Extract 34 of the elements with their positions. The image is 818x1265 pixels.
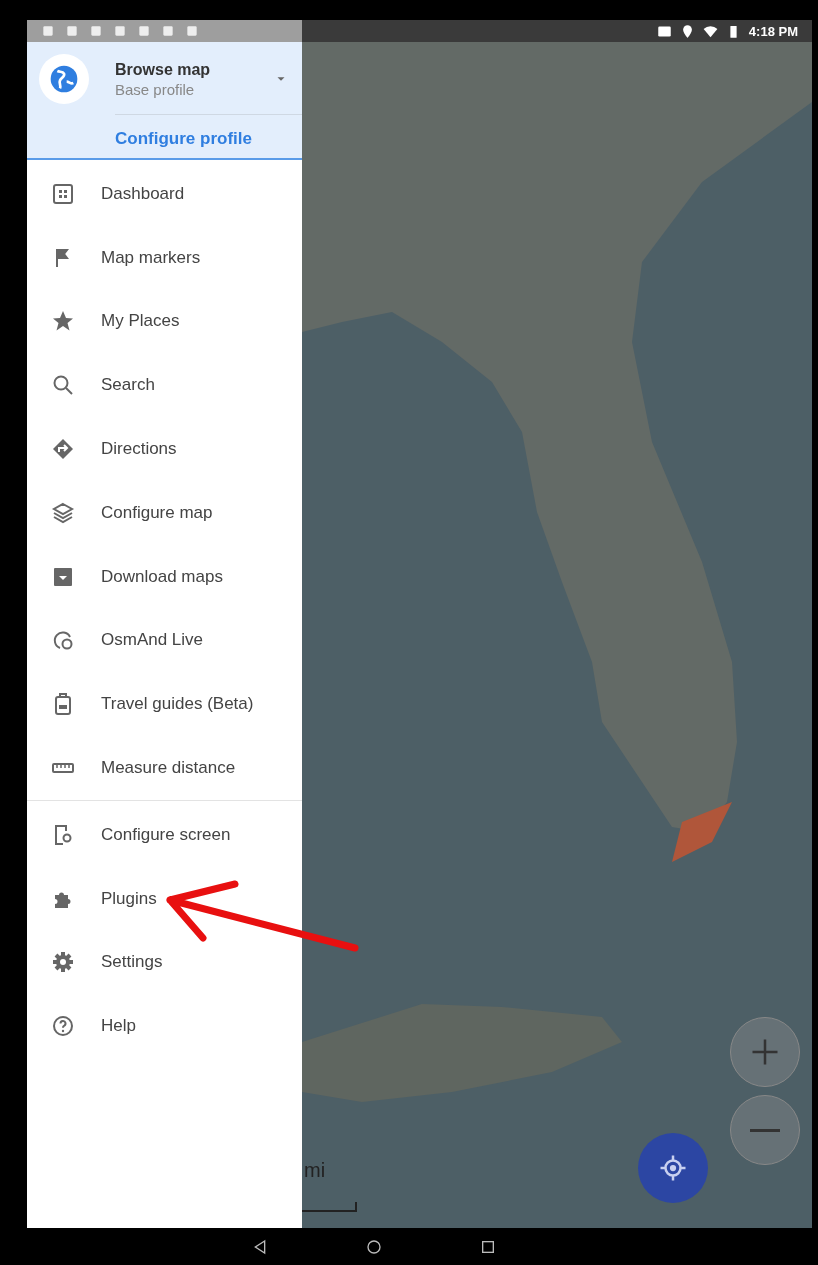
clock-time: 4:18 PM <box>748 23 798 39</box>
menu-item[interactable]: Search <box>27 353 302 418</box>
menu-item[interactable]: Travel guides (Beta) <box>27 672 302 737</box>
directions-icon <box>51 437 75 462</box>
menu-item[interactable]: Measure distance <box>27 736 302 800</box>
profile-avatar[interactable] <box>39 54 89 104</box>
dashboard-icon <box>51 181 75 206</box>
home-icon <box>366 1238 382 1255</box>
menu-item[interactable]: Plugins <box>27 866 302 931</box>
scale-bar <box>302 1201 358 1213</box>
settings-icon <box>51 950 75 975</box>
menu-item[interactable]: Configure map <box>27 481 302 545</box>
globe-icon <box>48 63 80 95</box>
minus-icon <box>750 1128 780 1132</box>
help-icon <box>51 1014 75 1039</box>
recents-icon <box>480 1238 496 1255</box>
plus-icon <box>750 1037 780 1067</box>
profile-title: Browse map <box>115 60 212 79</box>
menu-item[interactable]: Settings <box>27 930 302 995</box>
back-icon <box>252 1238 268 1255</box>
menu-item[interactable]: Dashboard <box>27 162 302 226</box>
menu-item[interactable]: Help <box>27 994 302 1059</box>
menu-item[interactable]: Download maps <box>27 544 302 609</box>
scale-label: mi <box>304 1159 326 1182</box>
profile-subtitle: Base profile <box>115 80 196 98</box>
menu-item[interactable]: Directions <box>27 417 302 481</box>
menu-item[interactable]: Map markers <box>27 225 302 290</box>
menu-item[interactable]: Configure screen <box>27 802 302 867</box>
menu-item[interactable]: My Places <box>27 289 302 354</box>
wifi-icon <box>702 23 718 39</box>
menu-item[interactable]: OsmAnd Live <box>27 608 302 673</box>
layers-icon <box>51 500 75 525</box>
colored-overlay-drawing <box>672 802 732 862</box>
crosshair-icon <box>658 1153 688 1183</box>
